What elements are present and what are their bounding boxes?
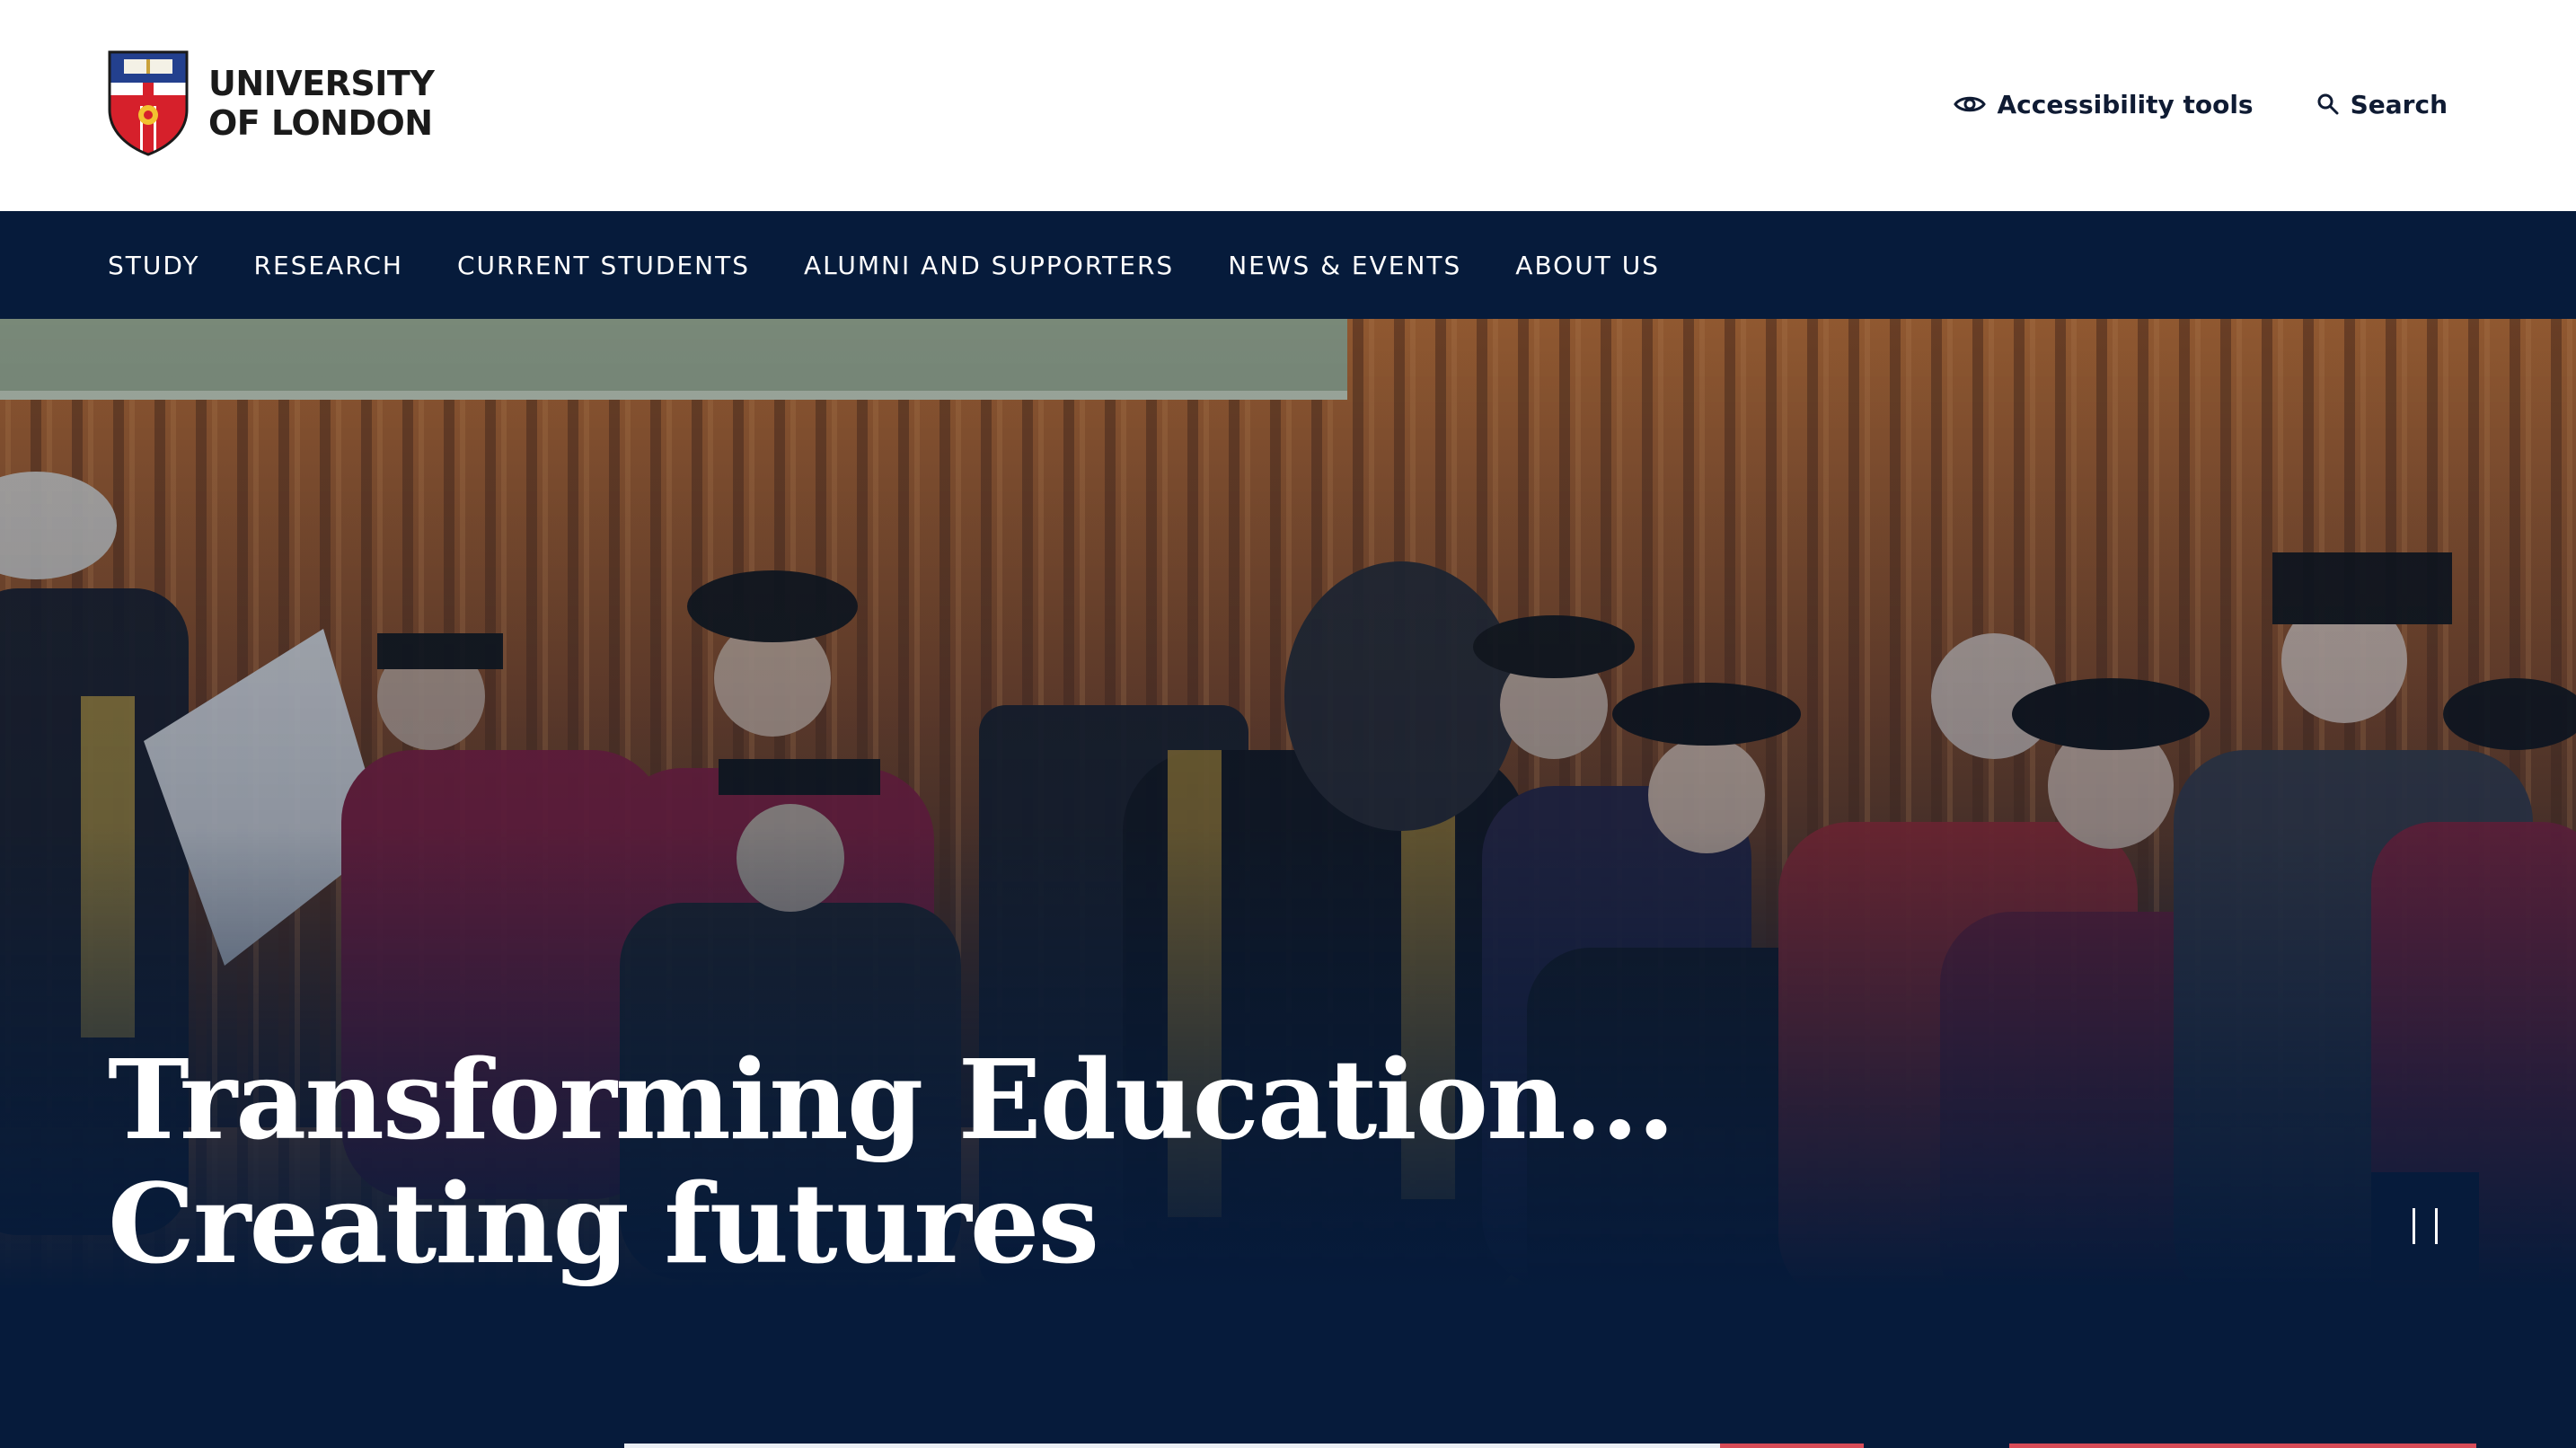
university-crest-icon	[108, 50, 189, 156]
logo-line-2: OF LONDON	[208, 103, 433, 143]
logo-wordmark: UNIVERSITY OF LONDON	[208, 64, 435, 143]
search-icon	[2317, 93, 2339, 115]
nav-item-alumni-and-supporters[interactable]: ALUMNI AND SUPPORTERS	[804, 251, 1174, 280]
utility-links: Accessibility tools Search	[1954, 81, 2448, 128]
pause-video-button[interactable]	[2371, 1172, 2479, 1280]
logo-line-1: UNIVERSITY	[208, 64, 435, 103]
accessibility-tools-button[interactable]: Accessibility tools	[1954, 89, 2254, 119]
search-label: Search	[2350, 89, 2448, 119]
nav-item-news-and-events[interactable]: NEWS & EVENTS	[1228, 251, 1461, 280]
nav-item-current-students[interactable]: CURRENT STUDENTS	[457, 251, 750, 280]
hero-headline-line-1: Transforming Education...	[108, 1035, 1675, 1164]
accessibility-tools-label: Accessibility tools	[1997, 89, 2254, 119]
eye-icon	[1954, 96, 1987, 112]
content-card-edge	[624, 1444, 1720, 1448]
main-navigation: STUDY RESEARCH CURRENT STUDENTS ALUMNI A…	[0, 211, 2576, 319]
hero-headline-line-2: Creating futures	[108, 1159, 1099, 1288]
nav-item-about-us[interactable]: ABOUT US	[1515, 251, 1660, 280]
site-header: UNIVERSITY OF LONDON Accessibility tools…	[0, 0, 2576, 211]
nav-item-research[interactable]: RESEARCH	[254, 251, 403, 280]
pause-icon	[2413, 1208, 2415, 1244]
nav-item-study[interactable]: STUDY	[108, 251, 200, 280]
hero-headline: Transforming Education... Creating futur…	[108, 1035, 1675, 1288]
pause-icon-bar	[2435, 1208, 2438, 1244]
university-logo-link[interactable]: UNIVERSITY OF LONDON	[108, 50, 435, 156]
search-button[interactable]: Search	[2316, 90, 2448, 119]
accent-card-edge	[1720, 1444, 1864, 1448]
hero-banner: Transforming Education... Creating futur…	[0, 319, 2576, 1448]
accent-card-edge-right	[2009, 1444, 2476, 1448]
